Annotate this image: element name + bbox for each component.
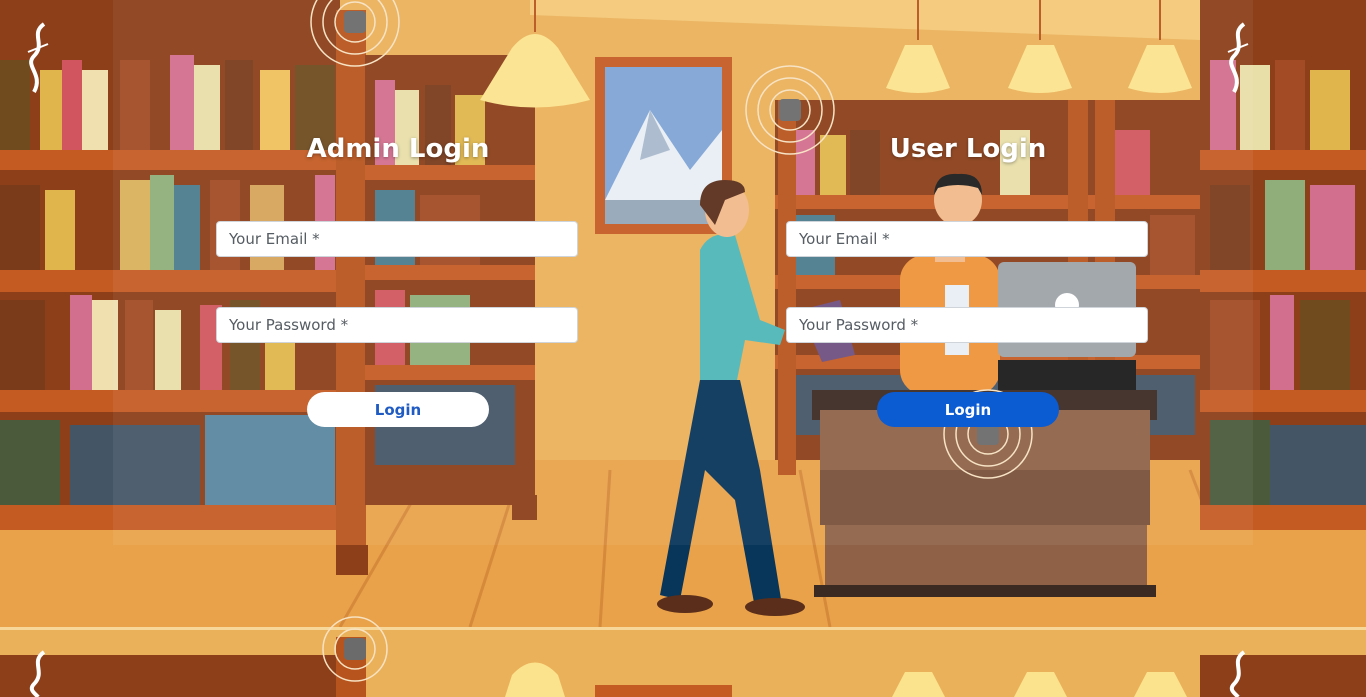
bottom-repeat-band (0, 627, 1366, 697)
admin-login-title: Admin Login (306, 134, 490, 164)
admin-login-button[interactable]: Login (307, 392, 489, 427)
stylized-s-logo-icon (27, 22, 49, 93)
admin-email-field[interactable] (216, 221, 578, 257)
user-login-panel: User Login Login (683, 0, 1248, 627)
stylized-s-logo-icon (29, 650, 46, 697)
user-password-field[interactable] (786, 307, 1148, 343)
admin-login-panel: Admin Login Login (113, 0, 678, 627)
user-login-button[interactable]: Login (877, 392, 1059, 427)
admin-password-field[interactable] (216, 307, 578, 343)
user-email-field[interactable] (786, 221, 1148, 257)
stylized-s-logo-icon (1229, 650, 1246, 697)
user-login-title: User Login (889, 134, 1047, 164)
